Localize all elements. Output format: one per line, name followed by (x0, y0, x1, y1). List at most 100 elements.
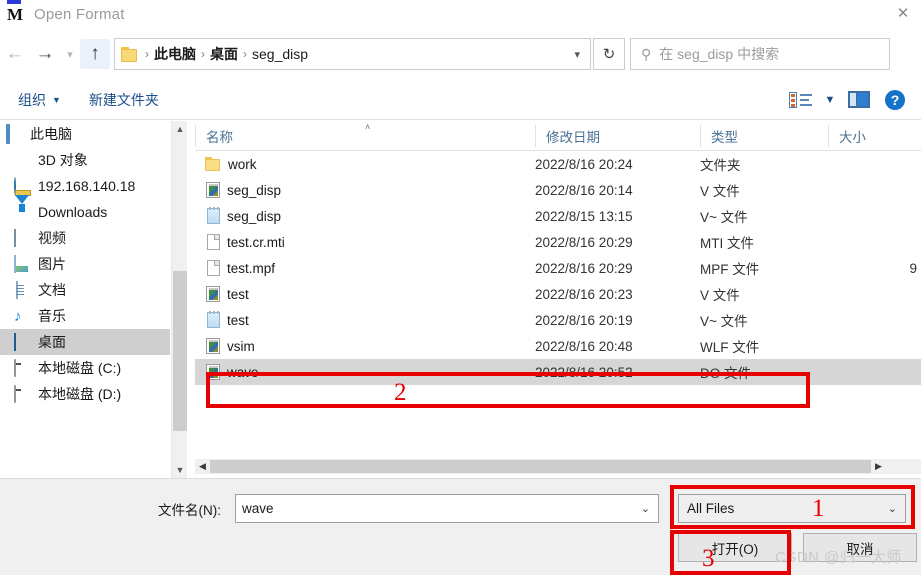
column-header-date[interactable]: 修改日期 (535, 124, 700, 147)
sidebar-item-downloads[interactable]: Downloads (0, 194, 170, 225)
sidebar-item-desktop[interactable]: 桌面 (0, 329, 170, 355)
filter-value: All Files (687, 501, 735, 516)
organize-button[interactable]: 组织 ▼ (8, 87, 71, 113)
table-row[interactable]: test 2022/8/16 20:23 V 文件 (195, 281, 921, 307)
file-type-cell: 文件夹 (700, 158, 741, 173)
file-type-cell: MTI 文件 (700, 236, 754, 251)
chevron-down-icon[interactable]: ⌄ (641, 502, 650, 515)
sidebar-item-documents[interactable]: 文档 (0, 277, 170, 303)
navigation-bar: ← → ▾ ↑ › 此电脑 › 桌面 › seg_disp ▾ ↻ ⚲ 在 se… (0, 28, 921, 80)
drive-icon (14, 384, 31, 403)
sidebar-item-music[interactable]: ♪ 音乐 (0, 303, 170, 329)
file-name-cell: seg_disp (195, 207, 535, 224)
watermark: CSDN @归一大师 (775, 549, 902, 566)
search-box[interactable]: ⚲ 在 seg_disp 中搜索 (630, 38, 890, 70)
table-row[interactable]: seg_disp 2022/8/16 20:14 V 文件 (195, 177, 921, 203)
file-name-cell: vsim (195, 338, 535, 354)
file-list-horizontal-scrollbar[interactable]: ◀ ▶ (195, 459, 921, 474)
chevron-down-icon[interactable]: ⌄ (888, 502, 897, 515)
computer-icon (6, 123, 23, 144)
annotation-number-1: 1 (812, 495, 825, 522)
close-icon[interactable]: ✕ (890, 2, 916, 24)
new-folder-label: 新建文件夹 (88, 91, 159, 108)
column-header-row: ˄ 名称 修改日期 类型 大小 (195, 121, 921, 151)
up-button[interactable]: ↑ (80, 39, 110, 69)
table-row[interactable]: work 2022/8/16 20:24 文件夹 (195, 151, 921, 177)
search-placeholder: 在 seg_disp 中搜索 (659, 46, 780, 62)
breadcrumb-item-1[interactable]: 桌面 (207, 44, 241, 64)
table-row[interactable]: test.cr.mti 2022/8/16 20:29 MTI 文件 (195, 229, 921, 255)
address-bar[interactable]: › 此电脑 › 桌面 › seg_disp ▾ (114, 38, 591, 70)
file-type-cell: V 文件 (700, 288, 740, 303)
downloads-icon (14, 194, 31, 221)
sidebar-item-local-disk-d[interactable]: 本地磁盘 (D:) (0, 381, 170, 407)
file-type-filter[interactable]: All Files ⌄ (678, 494, 906, 523)
file-name-label: test.cr.mti (227, 234, 285, 250)
back-button[interactable]: ← (0, 39, 30, 69)
file-list-pane: ˄ 名称 修改日期 类型 大小 work 2022/8/16 20:24 文件夹… (195, 121, 921, 457)
table-row[interactable]: test.mpf 2022/8/16 20:29 MPF 文件 9 (195, 255, 921, 281)
table-row-wave-selected[interactable]: wave 2022/8/16 20:52 DO 文件 (195, 359, 921, 385)
window-title: Open Format (34, 5, 125, 23)
view-caret: ▼ (824, 93, 836, 106)
annotation-number-3: 3 (702, 545, 715, 572)
chevron-down-icon[interactable]: ▾ (566, 48, 588, 61)
filename-input[interactable]: wave ⌄ (235, 494, 659, 523)
file-date-cell: 2022/8/15 13:15 (535, 208, 633, 224)
generic-file-icon (207, 260, 220, 276)
sidebar-item-label: 3D 对象 (38, 152, 88, 168)
scrollbar-thumb[interactable] (173, 271, 187, 431)
chevron-right-icon[interactable]: ▶ (871, 459, 886, 474)
sidebar-item-videos[interactable]: 视频 (0, 225, 170, 251)
sidebar-item-label: 文档 (38, 282, 66, 298)
file-name-label: vsim (227, 338, 255, 354)
sidebar-item-label: 本地磁盘 (C:) (38, 360, 122, 376)
sidebar-item-label: 此电脑 (30, 126, 72, 142)
documents-icon (14, 280, 31, 299)
table-row[interactable]: test 2022/8/16 20:19 V~ 文件 (195, 307, 921, 333)
breadcrumb-item-0[interactable]: 此电脑 (151, 44, 199, 64)
chevron-down-icon[interactable]: ▼ (172, 462, 188, 478)
file-name-cell: test.mpf (195, 260, 535, 276)
breadcrumb-item-2[interactable]: seg_disp (249, 46, 311, 62)
help-glyph: ? (885, 89, 905, 110)
sidebar-item-label: 本地磁盘 (D:) (38, 386, 122, 402)
3d-objects-icon (14, 152, 31, 169)
sidebar-item-pictures[interactable]: 图片 (0, 251, 170, 277)
file-name-cell: test (195, 311, 535, 328)
table-row[interactable]: vsim 2022/8/16 20:48 WLF 文件 (195, 333, 921, 359)
notepad-file-icon (207, 311, 220, 328)
sidebar-item-3d-objects[interactable]: 3D 对象 (0, 147, 170, 173)
scrollbar-thumb[interactable] (210, 460, 871, 473)
help-icon[interactable]: ? (877, 86, 913, 114)
file-date-cell: 2022/8/16 20:29 (535, 260, 633, 276)
new-folder-button[interactable]: 新建文件夹 (79, 87, 169, 113)
sidebar-item-label: 视频 (38, 230, 66, 246)
refresh-button[interactable]: ↻ (593, 38, 625, 70)
command-toolbar: 组织 ▼ 新建文件夹 ▼ ? (0, 80, 921, 120)
modelsim-m-icon: M (4, 0, 26, 25)
chevron-up-icon[interactable]: ▲ (172, 121, 188, 137)
column-header-size[interactable]: 大小 (828, 124, 921, 147)
chevron-down-icon: ▼ (52, 94, 61, 105)
organize-label: 组织 (18, 91, 46, 108)
chevron-left-icon[interactable]: ◀ (195, 459, 210, 474)
file-name-label: seg_disp (227, 208, 282, 224)
file-date-cell: 2022/8/16 20:48 (535, 338, 633, 354)
table-row[interactable]: seg_disp 2022/8/15 13:15 V~ 文件 (195, 203, 921, 229)
view-list-icon[interactable] (783, 86, 819, 114)
file-type-cell: MPF 文件 (700, 262, 760, 277)
folder-icon (205, 156, 221, 173)
preview-pane-icon[interactable] (841, 86, 877, 114)
view-options-chevron-down-icon[interactable]: ▼ (819, 86, 841, 114)
notepad-file-icon (207, 207, 220, 224)
sidebar-item-this-pc[interactable]: 此电脑 (0, 121, 170, 147)
annotation-number-2: 2 (394, 379, 407, 406)
recent-locations-button[interactable]: ▾ (60, 39, 80, 69)
sidebar-scrollbar[interactable]: ▲ ▼ (171, 121, 187, 478)
forward-button[interactable]: → (30, 39, 60, 69)
sidebar-item-local-disk-c[interactable]: 本地磁盘 (C:) (0, 355, 170, 381)
file-date-cell: 2022/8/16 20:19 (535, 312, 633, 328)
column-header-type[interactable]: 类型 (700, 124, 828, 147)
generic-file-icon (207, 234, 220, 250)
